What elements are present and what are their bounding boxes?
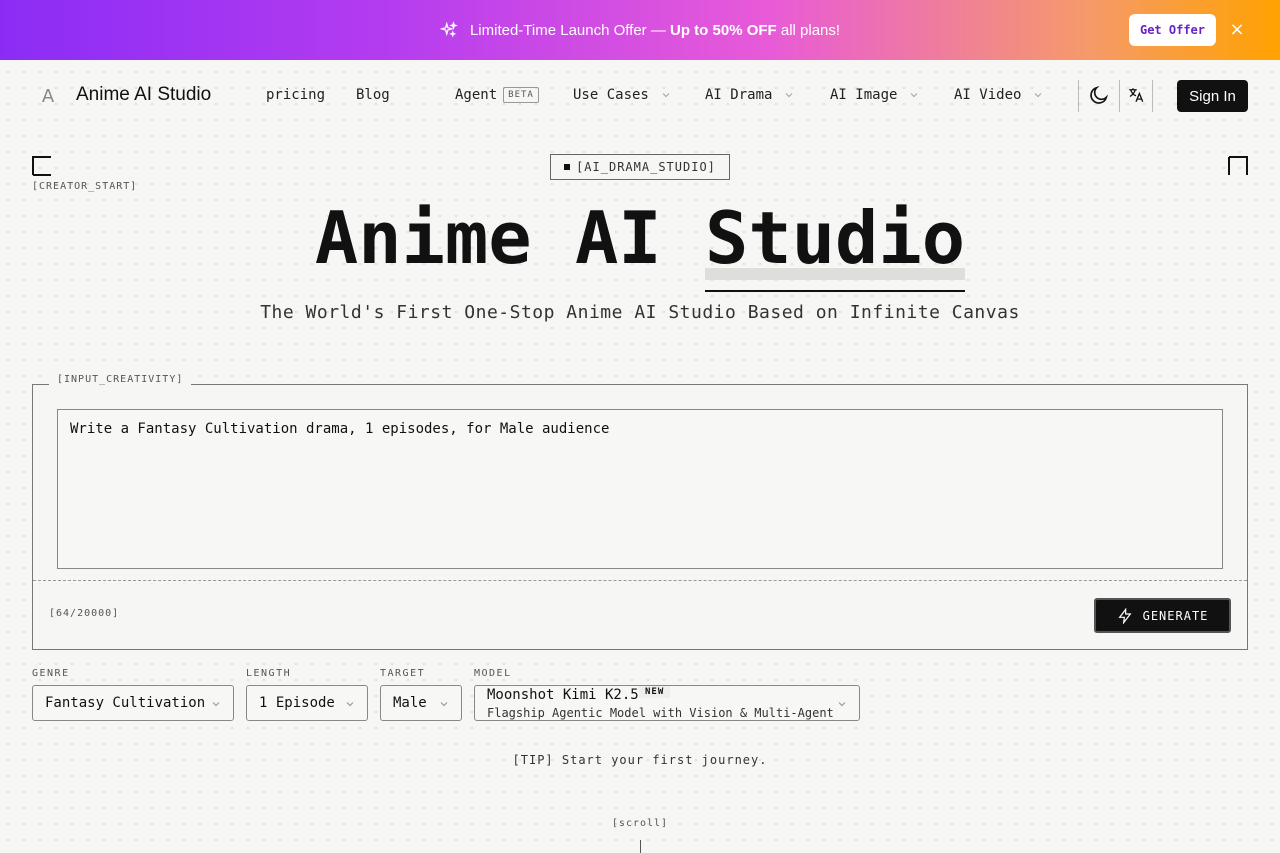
creator-start-label: [CREATOR_START] xyxy=(32,181,138,192)
corner-bracket-icon xyxy=(32,156,51,176)
translate-icon xyxy=(1129,88,1144,103)
title-plain: Anime AI xyxy=(314,196,706,280)
nav-ai-video[interactable]: AI Video xyxy=(954,87,1043,103)
page-subtitle: The World's First One-Stop Anime AI Stud… xyxy=(260,302,1020,323)
square-icon xyxy=(564,164,571,170)
nav-pricing-label: pricing xyxy=(266,87,326,103)
logo-icon[interactable]: A xyxy=(34,83,62,109)
chevron-down-icon xyxy=(911,93,918,98)
divider xyxy=(1078,80,1079,112)
tip-text: [TIP] Start your first journey. xyxy=(512,753,768,767)
genre-select[interactable]: Fantasy Cultivation xyxy=(32,685,234,721)
chevron-down-icon xyxy=(1035,93,1042,98)
brand-name[interactable]: Anime AI Studio xyxy=(76,84,211,106)
character-counter: [64/20000] xyxy=(49,608,120,619)
theme-toggle-button[interactable] xyxy=(1086,82,1112,108)
target-value: Male xyxy=(393,695,427,711)
nav-ai-image[interactable]: AI Image xyxy=(830,87,919,103)
nav-use-cases-label: Use Cases xyxy=(573,87,649,103)
promo-text-suffix: all plans! xyxy=(776,21,841,39)
chevron-down-icon xyxy=(212,702,220,707)
lightning-icon xyxy=(1118,607,1132,624)
studio-tag: [AI_DRAMA_STUDIO] xyxy=(550,154,730,180)
nav-pricing[interactable]: pricing xyxy=(266,87,325,103)
sign-in-button[interactable]: Sign In xyxy=(1177,80,1248,112)
prompt-textarea[interactable]: Write a Fantasy Cultivation drama, 1 epi… xyxy=(57,409,1223,569)
language-button[interactable] xyxy=(1123,82,1149,108)
scroll-line xyxy=(640,840,641,853)
generate-button[interactable]: GENERATE xyxy=(1094,598,1231,633)
nav-use-cases[interactable]: Use Cases xyxy=(573,87,671,103)
model-select[interactable]: Moonshot Kimi K2.5 NEW Flagship Agentic … xyxy=(474,685,860,721)
generate-label: GENERATE xyxy=(1142,608,1209,623)
length-label: LENGTH xyxy=(246,668,292,679)
beta-badge: BETA xyxy=(503,87,539,103)
nav-agent-label: Agent xyxy=(455,87,498,103)
nav-agent[interactable]: Agent BETA xyxy=(455,87,539,103)
studio-tag-label: [AI_DRAMA_STUDIO] xyxy=(576,160,716,174)
genre-label: GENRE xyxy=(32,668,70,679)
model-name: Moonshot Kimi K2.5 xyxy=(487,687,639,703)
sparkles-icon xyxy=(439,21,458,38)
nav-ai-image-label: AI Image xyxy=(830,87,898,103)
close-icon[interactable]: × xyxy=(1227,20,1247,40)
promo-text-highlight: Up to 50% OFF xyxy=(670,21,777,39)
get-offer-button[interactable]: Get Offer xyxy=(1129,14,1216,46)
site-header: A Anime AI Studio pricing Blog Agent BET… xyxy=(0,60,1280,132)
chevron-down-icon xyxy=(786,93,793,98)
model-description: Flagship Agentic Model with Vision & Mul… xyxy=(487,706,834,720)
length-value: 1 Episode xyxy=(259,695,335,711)
target-label: TARGET xyxy=(380,668,426,679)
model-label: MODEL xyxy=(474,668,512,679)
nav-blog-label: Blog xyxy=(356,87,390,103)
nav-ai-drama-label: AI Drama xyxy=(705,87,773,103)
divider xyxy=(1152,80,1153,112)
nav-blog[interactable]: Blog xyxy=(356,87,390,103)
chevron-down-icon xyxy=(662,93,670,98)
page-title: Anime AI Studio xyxy=(0,196,1280,292)
nav-ai-video-label: AI Video xyxy=(954,87,1022,103)
promo-text-prefix: Limited-Time Launch Offer — xyxy=(469,21,671,39)
length-select[interactable]: 1 Episode xyxy=(246,685,368,721)
input-legend: [INPUT_CREATIVITY] xyxy=(49,374,192,385)
panel-divider xyxy=(33,580,1247,581)
promo-banner: Limited-Time Launch Offer — Up to 50% OF… xyxy=(0,0,1280,60)
chevron-down-icon xyxy=(838,702,846,707)
nav-ai-drama[interactable]: AI Drama xyxy=(705,87,794,103)
new-badge: NEW xyxy=(639,686,671,698)
moon-icon xyxy=(1090,85,1109,104)
title-highlight: Studio xyxy=(705,196,966,292)
scroll-hint: [scroll] xyxy=(611,818,669,829)
divider xyxy=(1119,80,1120,112)
genre-value: Fantasy Cultivation xyxy=(45,695,206,711)
corner-bracket-icon xyxy=(1228,156,1248,175)
chevron-down-icon xyxy=(440,702,448,707)
target-select[interactable]: Male xyxy=(380,685,462,721)
chevron-down-icon xyxy=(346,702,354,707)
